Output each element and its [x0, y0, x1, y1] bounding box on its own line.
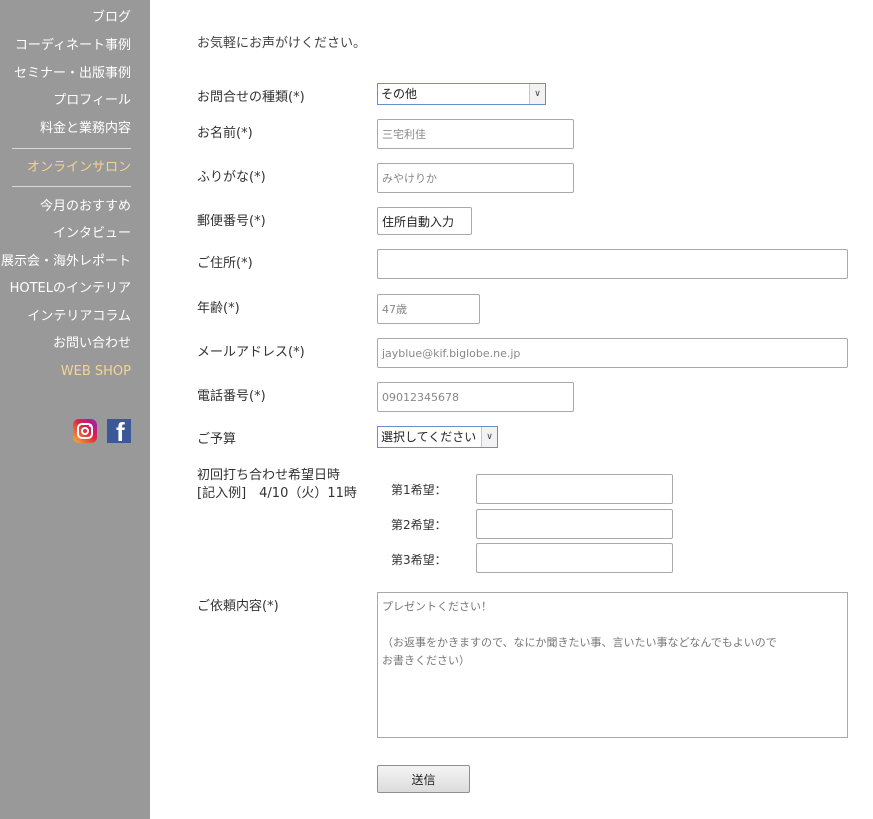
meeting-choice-1-label: 第1希望： [391, 483, 447, 497]
facebook-icon[interactable]: f [107, 419, 131, 443]
chevron-down-icon: ∨ [481, 427, 497, 447]
submit-button[interactable]: 送信 [377, 765, 470, 793]
phone-label: 電話番号(*) [197, 389, 266, 404]
nav-divider [12, 186, 131, 187]
name-label: お名前(*) [197, 126, 253, 141]
request-textarea[interactable]: プレゼントください！ （お返事をかきますので、なにか聞きたい事、言いたい事などな… [377, 592, 848, 738]
name-input[interactable]: 三宅利佳 [377, 119, 574, 149]
address-input[interactable] [377, 249, 848, 279]
phone-input[interactable]: 09012345678 [377, 382, 574, 412]
nav-item-interview[interactable]: インタビュー [53, 226, 131, 242]
nav-item-profile[interactable]: プロフィール [53, 93, 131, 109]
meeting-choice-2-input[interactable] [476, 509, 673, 539]
budget-select[interactable]: 選択してください ∨ [377, 426, 498, 448]
nav-item-coordinate-cases[interactable]: コーディネート事例 [15, 38, 131, 54]
meeting-choice-3-label: 第3希望： [391, 553, 447, 567]
budget-label: ご予算 [197, 432, 237, 447]
nav-item-contact[interactable]: お問い合わせ [53, 336, 131, 352]
request-label: ご依頼内容(*) [197, 599, 279, 614]
nav-item-blog[interactable]: ブログ [92, 10, 131, 26]
email-input[interactable]: jayblue@kif.biglobe.ne.jp [377, 338, 848, 368]
meeting-label: 初回打ち合わせ希望日時 [記入例] 4/10（火）11時 [197, 467, 357, 503]
age-input[interactable]: 47歳 [377, 294, 480, 324]
email-label: メールアドレス(*) [197, 345, 305, 360]
nav-item-online-salon[interactable]: オンラインサロン [27, 160, 131, 176]
instagram-icon[interactable] [73, 419, 97, 443]
furigana-input[interactable]: みやけりか [377, 163, 574, 193]
meeting-choice-3-input[interactable] [476, 543, 673, 573]
furigana-label: ふりがな(*) [197, 170, 266, 185]
nav-item-pricing[interactable]: 料金と業務内容 [40, 121, 131, 137]
inquiry-type-select[interactable]: その他 ∨ [377, 83, 546, 105]
address-label: ご住所(*) [197, 256, 253, 271]
meeting-label-example: [記入例] 4/10（火）11時 [197, 486, 357, 501]
meeting-label-title: 初回打ち合わせ希望日時 [197, 468, 341, 483]
nav-item-seminar-publishing[interactable]: セミナー・出版事例 [14, 66, 131, 82]
nav-divider [12, 148, 131, 149]
postal-input[interactable]: 住所自動入力 [377, 207, 472, 235]
nav-item-hotel-interior[interactable]: HOTELのインテリア [10, 281, 131, 297]
meeting-choice-2-label: 第2希望： [391, 518, 447, 532]
age-label: 年齢(*) [197, 301, 240, 316]
postal-label: 郵便番号(*) [197, 214, 266, 229]
form-intro: お気軽にお声がけください。 [197, 36, 367, 51]
sidebar-nav: ブログ コーディネート事例 セミナー・出版事例 プロフィール 料金と業務内容 オ… [0, 0, 150, 819]
nav-item-monthly-picks[interactable]: 今月のおすすめ [40, 199, 131, 215]
meeting-choice-1-input[interactable] [476, 474, 673, 504]
nav-item-interior-column[interactable]: インテリアコラム [27, 309, 131, 325]
inquiry-type-label: お問合せの種類(*) [197, 90, 305, 105]
nav-item-exhibition-report[interactable]: 展示会・海外レポート [1, 254, 131, 270]
nav-item-web-shop[interactable]: WEB SHOP [61, 364, 131, 380]
chevron-down-icon: ∨ [529, 84, 545, 104]
